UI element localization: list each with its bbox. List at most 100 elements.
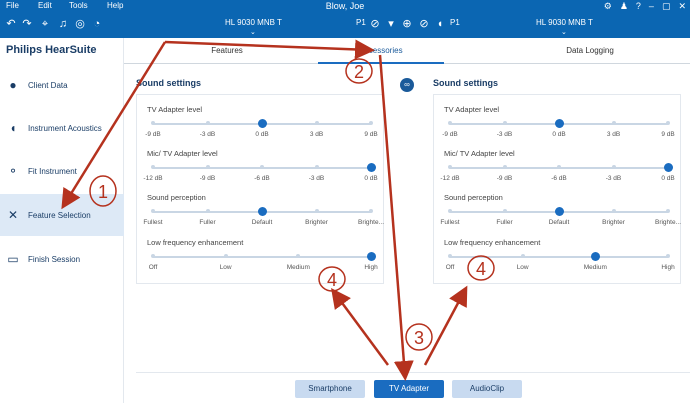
sidebar-item-fit-instrument[interactable]: ⚬ Fit Instrument [0, 150, 124, 192]
slider-tick[interactable] [151, 254, 155, 258]
sidebar: Philips HearSuite ● Client Data ◖ Instru… [0, 38, 124, 403]
sound-settings-card: TV Adapter level -9 dB -3 dB 0 dB 3 dB 9 dB Mi… [136, 94, 384, 284]
tv-adapter-button[interactable]: TV Adapter [374, 380, 444, 398]
slider-handle[interactable] [366, 163, 376, 172]
slider-tick[interactable] [520, 254, 525, 258]
slider-tick[interactable] [666, 121, 670, 125]
slider-handle[interactable] [257, 207, 267, 216]
tab-data-logging[interactable]: Data Logging [527, 38, 653, 64]
close-icon[interactable]: ✕ [678, 0, 686, 12]
slider-tick-label: -12 dB [143, 175, 163, 182]
slider-handle[interactable] [257, 119, 267, 128]
slider-tick[interactable] [448, 121, 452, 125]
slider-tick[interactable] [448, 209, 452, 213]
slider-tick-label: Low [516, 264, 529, 271]
slider-handle[interactable] [366, 252, 376, 261]
slider-tick-label: 3 dB [309, 131, 324, 138]
slider-tick[interactable] [666, 254, 670, 258]
slider-tick[interactable] [369, 209, 373, 213]
slider-track[interactable] [450, 256, 668, 258]
slider-label: TV Adapter level [444, 105, 500, 114]
slider-label: Low frequency enhancement [147, 238, 244, 247]
menu-bar: File Edit Tools Help Blow, Joe ⚙ ♟ ? – ▢… [0, 0, 690, 12]
link-icon[interactable]: ⊕ [400, 17, 414, 31]
mute-right-icon[interactable]: ⊘ [417, 17, 431, 31]
slider-handle[interactable] [554, 207, 564, 216]
sound-icon[interactable]: ◔ [90, 17, 104, 31]
maximize-icon[interactable]: ▢ [662, 0, 671, 12]
slider-tick[interactable] [205, 209, 210, 213]
slider-tick-label: 0 dB [552, 131, 566, 138]
slider-tick[interactable] [666, 209, 670, 213]
slider-tick[interactable] [448, 165, 452, 169]
slider-tick[interactable] [205, 165, 210, 169]
person-icon[interactable]: ♟ [620, 0, 628, 12]
person-icon: ● [9, 78, 17, 92]
brand-title: Philips HearSuite [6, 44, 97, 56]
audioclip-button[interactable]: AudioClip [452, 380, 522, 398]
slider-tick-label: -3 dB [199, 131, 216, 138]
link-sides-icon[interactable]: ∞ [400, 78, 414, 92]
slider-tick[interactable] [205, 121, 210, 125]
slider-tick[interactable] [151, 165, 155, 169]
slider-tick[interactable] [557, 165, 561, 169]
tab-features[interactable]: Features [164, 38, 290, 64]
sidebar-item-finish-session[interactable]: ▭ Finish Session [0, 238, 124, 280]
slider-tick[interactable] [314, 209, 319, 213]
slider-handle[interactable] [590, 252, 600, 261]
tab-accessories[interactable]: Accessories [318, 38, 444, 64]
slider-tick[interactable] [611, 121, 616, 125]
minimize-icon[interactable]: – [649, 0, 654, 12]
slider-tick[interactable] [314, 121, 319, 125]
volume-right-icon[interactable]: ◖ [433, 17, 447, 31]
sidebar-item-feature-selection[interactable]: ✕ Feature Selection [0, 194, 124, 236]
toolbar: ↶ ↷ ⌖ ♫ ◎ ◔ HL 9030 MNB T ⌄ P1 ⊘ ▾ ⊕ ⊘ ◖… [0, 12, 690, 38]
slider-tick[interactable] [502, 165, 507, 169]
slider-tick[interactable] [369, 121, 373, 125]
chevron-down-icon[interactable]: ⌄ [561, 28, 567, 36]
volume-icon[interactable]: ▾ [384, 17, 398, 31]
annotation-label-3: 3 [414, 328, 424, 348]
slider-tick[interactable] [502, 121, 507, 125]
slider-tick-label: Medium [583, 264, 607, 271]
slider-tick-label: Brighter [305, 219, 328, 226]
left-program[interactable]: P1 [356, 18, 366, 27]
left-device-selector[interactable]: HL 9030 MNB T [225, 18, 282, 27]
slider-tick[interactable] [151, 209, 155, 213]
slider-tick[interactable] [151, 121, 155, 125]
slider-tick[interactable] [260, 165, 264, 169]
slider-label: Mic/ TV Adapter level [444, 149, 515, 158]
slider-tick-label: Brighte... [357, 219, 385, 226]
slider-tick[interactable] [611, 209, 616, 213]
settings-icon[interactable]: ⚙ [604, 0, 612, 12]
slider-handle[interactable] [663, 163, 673, 172]
slider-label: Sound perception [444, 193, 503, 202]
slider-tick[interactable] [502, 209, 507, 213]
sidebar-item-client-data[interactable]: ● Client Data [0, 64, 124, 106]
smartphone-button[interactable]: Smartphone [295, 380, 365, 398]
right-device-selector[interactable]: HL 9030 MNB T [536, 18, 593, 27]
slider-tick[interactable] [314, 165, 319, 169]
help-icon[interactable]: ? [636, 0, 641, 12]
hearing-icon[interactable]: ◎ [73, 17, 87, 31]
slider-tick[interactable] [223, 254, 228, 258]
slider-tick-label: Fuller [199, 219, 216, 226]
undo-icon[interactable]: ↶ [4, 17, 18, 31]
redo-icon[interactable]: ↷ [20, 17, 34, 31]
slider-tick[interactable] [611, 165, 616, 169]
slider-label: TV Adapter level [147, 105, 203, 114]
slider-tick[interactable] [448, 254, 452, 258]
slider-tick-label: -6 dB [551, 175, 567, 182]
crosshair-icon[interactable]: ⌖ [38, 17, 52, 31]
chevron-down-icon[interactable]: ⌄ [250, 28, 256, 36]
slider-track[interactable] [153, 256, 371, 258]
right-program[interactable]: P1 [450, 18, 460, 27]
mute-left-icon[interactable]: ⊘ [368, 17, 382, 31]
slider-tick-label: -3 dB [605, 175, 622, 182]
arrow-to-left-low-freq [331, 287, 390, 366]
slider-handle[interactable] [554, 119, 564, 128]
sidebar-item-instrument-acoustics[interactable]: ◖ Instrument Acoustics [0, 107, 124, 149]
music-note-icon[interactable]: ♫ [56, 17, 70, 31]
slider-tick-label: Low [219, 264, 232, 271]
slider-tick-label: 0 dB [255, 131, 269, 138]
